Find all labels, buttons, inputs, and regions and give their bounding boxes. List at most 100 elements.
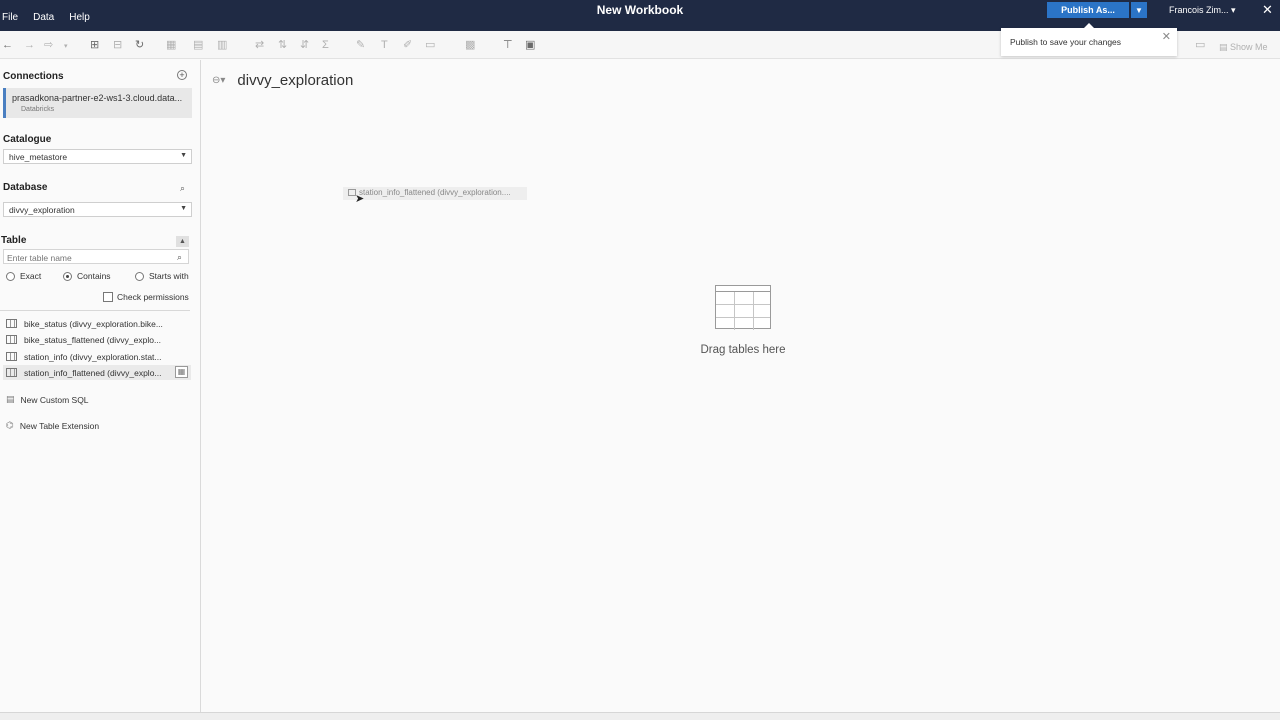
pause-updates-icon[interactable]: ⊟ <box>113 39 122 51</box>
clear-sheet-icon[interactable]: ▥ <box>217 39 227 51</box>
radio-exact[interactable]: Exact <box>6 271 41 281</box>
table-search-input[interactable] <box>3 249 189 264</box>
divider <box>0 310 190 311</box>
label-icon[interactable]: T <box>381 39 388 51</box>
redo-dropdown-icon[interactable]: ▾ <box>64 41 68 53</box>
new-custom-sql[interactable]: ▤ New Custom SQL <box>6 394 89 405</box>
radio-starts-with[interactable]: Starts with <box>135 271 189 281</box>
drop-hint: Drag tables here <box>700 344 786 356</box>
database-value: divvy_exploration <box>9 205 75 215</box>
table-icon <box>6 335 17 344</box>
presentation-icon[interactable]: ⊤ <box>503 39 513 51</box>
checkbox-box <box>103 292 113 302</box>
catalogue-value: hive_metastore <box>9 152 68 162</box>
sql-icon: ▤ <box>6 394 15 404</box>
table-heading: Table <box>1 235 27 246</box>
workbook-title: New Workbook <box>596 3 684 17</box>
table-drop-icon-header <box>716 286 770 292</box>
table-item-selected[interactable]: station_info_flattened (divvy_explo... ▦ <box>3 365 191 380</box>
radio-label: Exact <box>20 271 42 281</box>
show-me-button[interactable]: ▤ Show Me <box>1219 42 1268 53</box>
check-permissions-checkbox[interactable]: Check permissions <box>103 292 189 302</box>
toast-pointer <box>1084 23 1094 28</box>
chevron-down-icon: ▾ <box>1231 5 1236 15</box>
cursor-icon: ➤ <box>355 193 365 205</box>
view-data-icon[interactable]: ▦ <box>175 366 188 378</box>
table-item[interactable]: bike_status_flattened (divvy_explo... <box>3 332 191 347</box>
table-item-label: station_info_flattened (divvy_explo... <box>24 367 162 378</box>
radio-dot <box>135 271 144 281</box>
show-me-chart-icon[interactable]: ▭ <box>1195 39 1205 51</box>
chevron-down-icon: ▼ <box>180 205 187 212</box>
user-name: Francois Zim... <box>1169 5 1229 15</box>
fit-icon[interactable]: ▭ <box>425 39 435 51</box>
table-drop-icon <box>715 285 771 330</box>
connections-heading: Connections <box>3 71 64 82</box>
close-window-icon[interactable]: ✕ <box>1262 2 1273 18</box>
format-icon[interactable]: ✐ <box>403 39 412 51</box>
publish-dropdown-icon[interactable]: ▼ <box>1131 2 1147 18</box>
table-icon <box>6 352 17 361</box>
table-icon <box>6 368 17 377</box>
datasource-icon[interactable]: ⊖▾ <box>212 75 225 86</box>
data-sidebar: Connections + prasadkona-partner-e2-ws1-… <box>0 60 201 712</box>
add-connection-icon[interactable]: + <box>177 70 187 80</box>
table-item-label: bike_status (divvy_exploration.bike... <box>24 318 163 329</box>
sort-asc-icon[interactable]: ⇅ <box>278 39 287 51</box>
table-item-label: bike_status_flattened (divvy_explo... <box>24 334 162 345</box>
extension-icon: ⌬ <box>6 420 14 430</box>
publish-split-button: Publish As... ▼ <box>1047 2 1147 18</box>
search-icon: ⌕ <box>177 252 183 262</box>
sort-desc-icon[interactable]: ⇵ <box>300 39 309 51</box>
catalogue-select[interactable]: hive_metastore ▼ <box>3 149 192 164</box>
table-drop-icon-col <box>734 292 735 330</box>
highlight-icon[interactable]: ✎ <box>356 39 365 51</box>
swap-icon[interactable]: ⇄ <box>255 39 264 51</box>
publish-toast: Publish to save your changes ✕ <box>1001 23 1177 56</box>
search-icon[interactable]: ⌕ <box>180 183 185 194</box>
radio-label: Starts with <box>149 271 189 281</box>
connection-name: prasadkona-partner-e2-ws1-3.cloud.data..… <box>12 93 183 103</box>
table-drop-icon-row <box>716 317 770 318</box>
back-icon[interactable]: ← <box>2 39 13 51</box>
share-screen-icon[interactable]: ▣ <box>525 39 535 51</box>
close-icon[interactable]: ✕ <box>1162 30 1171 43</box>
canvas-header: ⊖▾ divvy_exploration <box>212 72 353 89</box>
checkbox-label: Check permissions <box>117 292 189 302</box>
sheet-tab-bar <box>0 712 1280 720</box>
radio-contains[interactable]: Contains <box>63 271 111 281</box>
catalogue-heading: Catalogue <box>3 134 52 145</box>
dragged-table[interactable]: station_info_flattened (divvy_exploratio… <box>343 187 527 200</box>
fix-axes-icon[interactable]: ▩ <box>465 39 475 51</box>
new-sheet-icon[interactable]: ▦ <box>166 39 176 51</box>
table-drop-icon-col <box>753 292 754 330</box>
connection-item[interactable]: prasadkona-partner-e2-ws1-3.cloud.data..… <box>3 88 192 118</box>
table-drop-icon-row <box>716 304 770 305</box>
new-datasource-icon[interactable]: ⊞ <box>90 39 99 51</box>
user-menu[interactable]: Francois Zim... ▾ <box>1169 5 1236 16</box>
show-me-label: Show Me <box>1230 42 1268 52</box>
table-item[interactable]: bike_status (divvy_exploration.bike... <box>3 316 191 331</box>
refresh-icon[interactable]: ↻ <box>135 39 144 51</box>
database-heading: Database <box>3 182 48 193</box>
chevron-down-icon: ▼ <box>180 152 187 159</box>
connection-type: Databricks <box>21 106 55 113</box>
table-item-label: station_info (divvy_exploration.stat... <box>24 351 162 362</box>
show-me-icon: ▤ <box>1219 42 1228 52</box>
radio-dot <box>63 271 72 281</box>
table-icon <box>6 319 17 328</box>
forward-icon[interactable]: → <box>24 39 35 51</box>
new-table-extension[interactable]: ⌬ New Table Extension <box>6 420 99 431</box>
table-item[interactable]: station_info (divvy_exploration.stat... <box>3 349 191 364</box>
publish-as-button[interactable]: Publish As... <box>1047 2 1129 18</box>
toast-message: Publish to save your changes <box>1010 37 1122 47</box>
database-select[interactable]: divvy_exploration ▼ <box>3 202 192 217</box>
totals-icon[interactable]: Σ <box>322 39 329 51</box>
sort-icon[interactable]: ▲ <box>176 236 189 247</box>
new-custom-sql-label: New Custom SQL <box>20 394 89 405</box>
new-table-extension-label: New Table Extension <box>19 420 100 431</box>
duplicate-sheet-icon[interactable]: ▤ <box>193 39 203 51</box>
radio-dot <box>6 271 15 281</box>
datasource-title[interactable]: divvy_exploration <box>237 72 353 89</box>
redo-icon[interactable]: ⇨ <box>44 39 53 51</box>
